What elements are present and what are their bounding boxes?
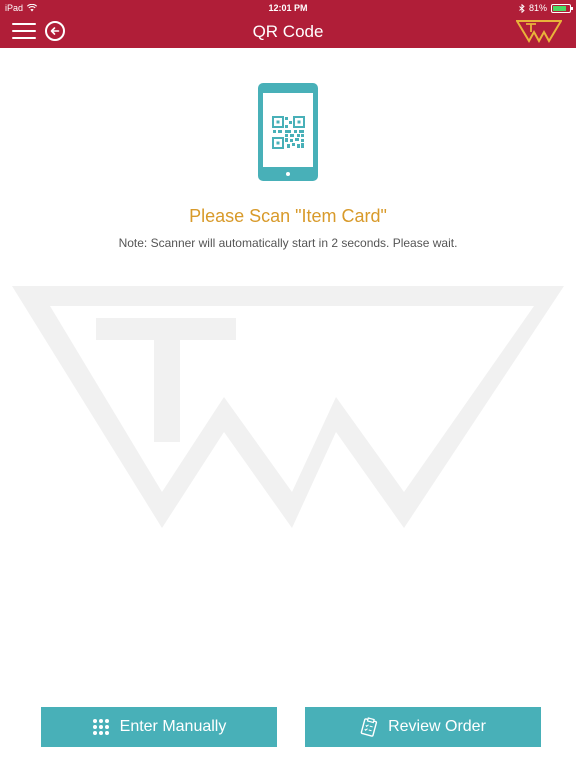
navigation-bar: QR Code bbox=[0, 16, 576, 48]
status-bar: iPad 12:01 PM 81% bbox=[0, 0, 576, 16]
scan-note: Note: Scanner will automatically start i… bbox=[118, 236, 458, 250]
enter-manually-button[interactable]: Enter Manually bbox=[41, 707, 277, 747]
scan-instruction-title: Please Scan "Item Card" bbox=[189, 206, 387, 226]
bluetooth-icon bbox=[519, 3, 525, 13]
status-time: 12:01 PM bbox=[268, 3, 308, 13]
watermark-logo bbox=[12, 286, 564, 528]
enter-manually-label: Enter Manually bbox=[119, 718, 227, 735]
top-bar: iPad 12:01 PM 81% QR Code bbox=[0, 0, 576, 48]
app-logo-icon[interactable] bbox=[516, 19, 562, 43]
page-title: QR Code bbox=[252, 22, 324, 41]
keypad-icon bbox=[92, 719, 109, 735]
review-order-label: Review Order bbox=[388, 718, 486, 735]
battery-fill bbox=[553, 5, 566, 11]
battery-icon bbox=[551, 3, 573, 13]
clipboard-icon bbox=[360, 717, 378, 737]
phone-qr-icon bbox=[258, 83, 318, 181]
battery-percent: 81% bbox=[528, 3, 547, 13]
review-order-button[interactable]: Review Order bbox=[305, 707, 541, 747]
